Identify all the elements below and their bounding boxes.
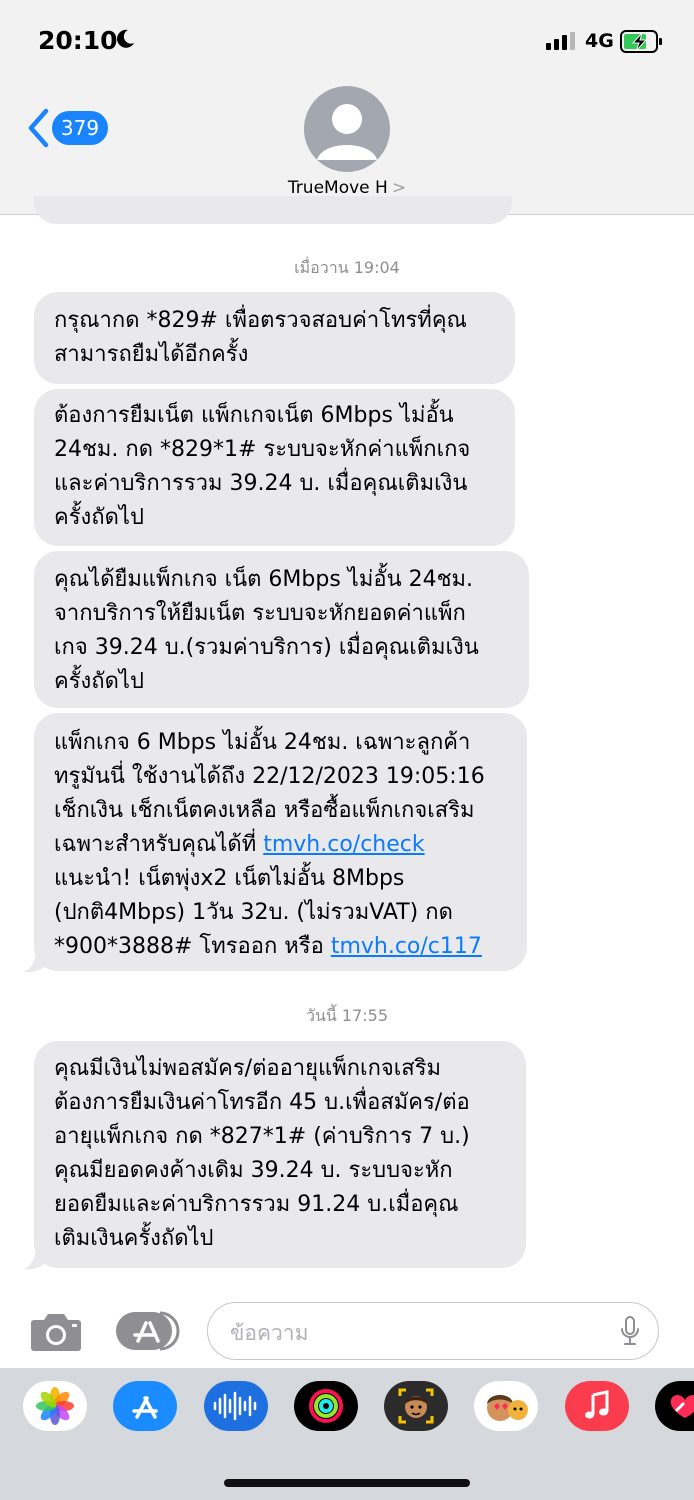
message-bubble[interactable]: คุณมีเงินไม่พอสมัคร/ต่ออายุแพ็กเกจเสริม …	[34, 1041, 526, 1268]
message-line: ยอดยืมและค่าบริการรวม 91.24 บ.เมื่อคุณ	[54, 1192, 459, 1217]
c117-link[interactable]: tmvh.co/c117	[331, 934, 482, 959]
bubble-tail	[24, 948, 48, 973]
timestamp: เมื่อวาน 19:04	[294, 258, 400, 277]
audio-app-icon[interactable]	[204, 1381, 268, 1431]
animoji-app-icon[interactable]	[474, 1381, 538, 1431]
bubble-tail	[24, 1245, 48, 1270]
message-line: *900*3888# โทรออก หรือ tmvh.co/c117	[54, 934, 482, 959]
nav-header: 20:10 4G 379 TrueMove H >	[0, 0, 694, 215]
home-indicator[interactable]	[224, 1479, 470, 1487]
unread-badge[interactable]: 379	[52, 111, 108, 145]
message-bubble[interactable]: ต้องการยืมเน็ต แพ็กเกจเน็ต 6Mbps ไม่อั้น…	[34, 389, 515, 546]
message-line: ต้องการยืมเน็ต แพ็กเกจเน็ต 6Mbps ไม่อั้น	[54, 403, 454, 428]
message-line: ครั้งถัดไป	[54, 669, 144, 694]
message-line: คุณได้ยืมแพ็กเกจ เน็ต 6Mbps ไม่อั้น 24ชม…	[54, 567, 474, 592]
message-input-placeholder: ข้อความ	[230, 1321, 309, 1345]
message-line: ครั้งถัดไป	[54, 505, 144, 530]
signal-icon	[546, 32, 575, 50]
status-time: 20:10	[38, 26, 118, 55]
message-line: จากบริการให้ยืมเน็ต ระบบจะหักยอดค่าแพ็ก	[54, 601, 466, 626]
contact-name[interactable]: TrueMove H >	[0, 178, 694, 198]
message-line: คุณมียอดคงค้างเดิม 39.24 บ. ระบบจะหัก	[54, 1158, 453, 1183]
message-bubble[interactable]: แพ็กเกจ 6 Mbps ไม่อั้น 24ชม. เฉพาะลูกค้า…	[34, 713, 527, 971]
message-line: สามารถยืมได้อีกครั้ง	[54, 342, 249, 367]
back-chevron-icon[interactable]	[26, 108, 50, 148]
message-line: เติมเงินครั้งถัดไป	[54, 1226, 214, 1251]
message-line: และค่าบริการรวม 39.24 บ. เมื่อคุณเติมเงิ…	[54, 471, 468, 496]
message-line: เช็กเงิน เช็กเน็ตคงเหลือ หรือซื้อแพ็กเกจ…	[54, 798, 475, 823]
app-store-icon[interactable]	[116, 1310, 180, 1352]
message-line: ทรูมันนี่ ใช้งานได้ถึง 22/12/2023 19:05:…	[54, 764, 485, 789]
network-type: 4G	[585, 30, 614, 52]
memoji-app-icon[interactable]	[384, 1381, 448, 1431]
camera-icon[interactable]	[30, 1310, 82, 1352]
photos-app-icon[interactable]	[23, 1381, 87, 1431]
message-line: ต้องการยืมเงินค่าโทรอีก 45 บ.เพื่อสมัคร/…	[54, 1090, 470, 1115]
message-line: แนะนำ! เน็ตพุ่งx2 เน็ตไม่อั้น 8Mbps	[54, 866, 405, 891]
message-line: 24ชม. กด *829*1# ระบบจะหักค่าแพ็กเกจ	[54, 437, 471, 462]
message-input[interactable]: ข้อความ	[207, 1302, 659, 1360]
message-bubble[interactable]: กรุณากด *829# เพื่อตรวจสอบค่าโทรที่คุณ ส…	[34, 292, 515, 384]
moon-icon	[117, 29, 134, 48]
message-line: แพ็กเกจ 6 Mbps ไม่อั้น 24ชม. เฉพาะลูกค้า	[54, 730, 471, 755]
message-line: เฉพาะสำหรับคุณได้ที่ tmvh.co/check	[54, 832, 425, 857]
fitness-app-icon[interactable]	[294, 1381, 358, 1431]
music-app-icon[interactable]	[565, 1381, 629, 1431]
chevron-right-icon: >	[391, 178, 407, 198]
timestamp: วันนี้ 17:55	[305, 1006, 389, 1025]
message-line: (ปกติ4Mbps) 1วัน 32บ. (ไม่รวมVAT) กด	[54, 900, 453, 925]
battery-charging-icon	[620, 30, 662, 53]
mic-icon[interactable]	[620, 1316, 640, 1346]
person-icon	[317, 104, 377, 160]
check-link[interactable]: tmvh.co/check	[263, 832, 424, 857]
message-line: อายุแพ็กเกจ กด *827*1# (ค่าบริการ 7 บ.)	[54, 1124, 470, 1149]
message-line: กรุณากด *829# เพื่อตรวจสอบค่าโทรที่คุณ	[54, 308, 467, 333]
message-bubble[interactable]: คุณได้ยืมแพ็กเกจ เน็ต 6Mbps ไม่อั้น 24ชม…	[34, 551, 529, 708]
app-store-app-icon[interactable]	[113, 1381, 177, 1431]
previous-message-bubble[interactable]	[34, 196, 512, 224]
message-line: คุณมีเงินไม่พอสมัคร/ต่ออายุแพ็กเกจเสริม	[54, 1056, 442, 1081]
contact-avatar[interactable]	[304, 86, 390, 172]
message-line: เกจ 39.24 บ.(รวมค่าบริการ) เมื่อคุณเติมเ…	[54, 635, 479, 660]
